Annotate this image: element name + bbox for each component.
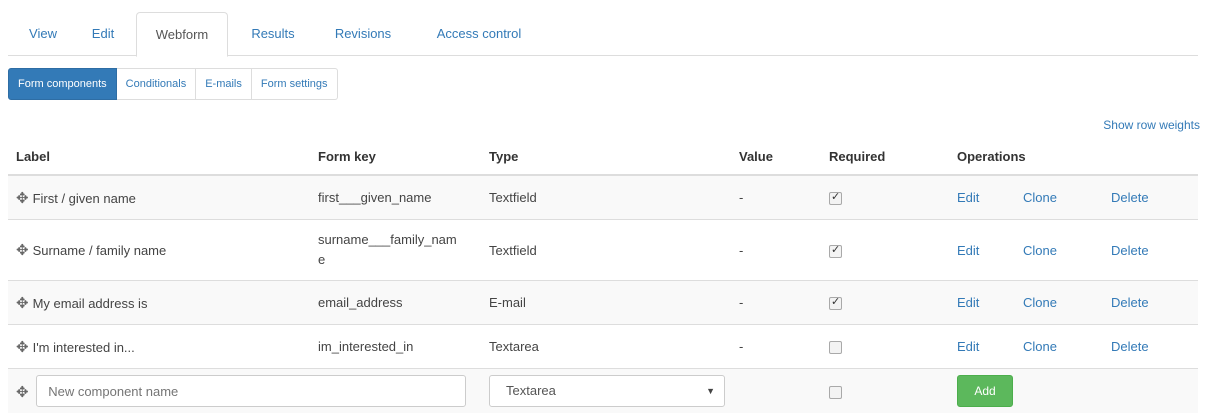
primary-tabs: View Edit Webform Results Revisions Acce… (8, 12, 1198, 56)
tab-access-control[interactable]: Access control (426, 12, 532, 56)
component-type: Textfield (481, 175, 731, 220)
tab-edit[interactable]: Edit (83, 12, 123, 56)
component-key: first___given_name (310, 175, 481, 220)
drag-handle-icon[interactable]: ✥ (16, 384, 29, 401)
clone-link[interactable]: Clone (1023, 339, 1057, 354)
header-label: Label (8, 138, 310, 175)
select-value: Textarea (506, 383, 556, 398)
component-value: - (731, 325, 821, 369)
tab-webform[interactable]: Webform (136, 12, 228, 57)
new-component-name-input[interactable] (36, 375, 466, 407)
new-required-checkbox[interactable] (829, 386, 842, 399)
required-checkbox[interactable] (829, 245, 842, 258)
drag-handle-icon[interactable]: ✥ (16, 339, 29, 356)
table-row: ✥ My email address is email_address E-mai… (8, 281, 1198, 325)
subtab-form-components[interactable]: Form components (8, 68, 117, 100)
header-type: Type (481, 138, 731, 175)
component-value: - (731, 281, 821, 325)
component-type: E-mail (481, 281, 731, 325)
add-button[interactable]: Add (957, 375, 1013, 407)
delete-link[interactable]: Delete (1111, 243, 1149, 258)
clone-link[interactable]: Clone (1023, 243, 1057, 258)
tab-results[interactable]: Results (243, 12, 303, 56)
component-key: im_interested_in (310, 325, 481, 369)
drag-handle-icon[interactable]: ✥ (16, 242, 29, 259)
delete-link[interactable]: Delete (1111, 339, 1149, 354)
component-label: My email address is (33, 296, 148, 311)
component-value: - (731, 220, 821, 281)
required-checkbox[interactable] (829, 297, 842, 310)
edit-link[interactable]: Edit (957, 190, 979, 205)
secondary-tabs: Form components Conditionals E-mails For… (8, 68, 338, 100)
edit-link[interactable]: Edit (957, 295, 979, 310)
component-label: First / given name (33, 191, 136, 206)
edit-link[interactable]: Edit (957, 339, 979, 354)
clone-link[interactable]: Clone (1023, 295, 1057, 310)
required-checkbox[interactable] (829, 192, 842, 205)
table-header: Label Form key Type Value Required Opera… (8, 138, 1198, 175)
drag-handle-icon[interactable]: ✥ (16, 190, 29, 207)
show-row-weights-link[interactable]: Show row weights (1103, 118, 1200, 132)
component-type: Textarea (481, 325, 731, 369)
component-type: Textfield (481, 220, 731, 281)
header-value: Value (731, 138, 821, 175)
table-row: ✥ I'm interested in... im_interested_in T… (8, 325, 1198, 369)
new-component-row: ✥ Textarea ▼ Add (8, 369, 1198, 413)
component-label: I'm interested in... (33, 340, 135, 355)
clone-link[interactable]: Clone (1023, 190, 1057, 205)
components-table: Label Form key Type Value Required Opera… (8, 138, 1198, 413)
component-key: surname___family_name (310, 220, 481, 281)
component-label: Surname / family name (33, 243, 167, 258)
drag-handle-icon[interactable]: ✥ (16, 295, 29, 312)
subtab-emails[interactable]: E-mails (196, 68, 252, 100)
tab-view[interactable]: View (18, 12, 68, 56)
required-checkbox[interactable] (829, 341, 842, 354)
component-value: - (731, 175, 821, 220)
component-key: email_address (310, 281, 481, 325)
caret-down-icon: ▼ (706, 376, 715, 406)
delete-link[interactable]: Delete (1111, 190, 1149, 205)
subtab-form-settings[interactable]: Form settings (252, 68, 338, 100)
header-operations: Operations (949, 138, 1198, 175)
header-form-key: Form key (310, 138, 481, 175)
table-row: ✥ Surname / family name surname___family_… (8, 220, 1198, 281)
subtab-conditionals[interactable]: Conditionals (117, 68, 197, 100)
header-required: Required (821, 138, 949, 175)
delete-link[interactable]: Delete (1111, 295, 1149, 310)
tab-revisions[interactable]: Revisions (323, 12, 403, 56)
table-row: ✥ First / given name first___given_name T… (8, 175, 1198, 220)
edit-link[interactable]: Edit (957, 243, 979, 258)
new-component-type-select[interactable]: Textarea ▼ (489, 375, 725, 407)
